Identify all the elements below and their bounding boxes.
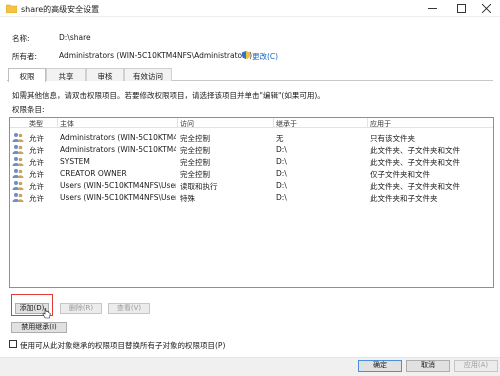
users-icon bbox=[12, 193, 24, 202]
table-row[interactable]: 允许 CREATOR OWNER 完全控制 D:\ 仅子文件夹和文件 bbox=[10, 167, 493, 179]
col-access-header[interactable]: 访问 bbox=[180, 119, 194, 129]
cell-principal: Users (WIN-5C10KTM4NFS\User... bbox=[60, 193, 176, 202]
table-row[interactable]: 允许 Administrators (WIN-5C10KTM4... 完全控制 … bbox=[10, 131, 493, 143]
cell-type: 允许 bbox=[29, 194, 44, 203]
tab-audit[interactable]: 审核 bbox=[86, 68, 124, 81]
tab-share[interactable]: 共享 bbox=[46, 68, 86, 81]
cell-inherited: D:\ bbox=[276, 145, 287, 154]
instruction-text: 如需其他信息，请双击权限项目。若要修改权限项目，请选择该项目并单击"编辑"(如果… bbox=[12, 91, 325, 100]
tab-permissions[interactable]: 权限 bbox=[8, 68, 46, 82]
cell-principal: SYSTEM bbox=[60, 157, 90, 166]
table-row[interactable]: 允许 SYSTEM 完全控制 D:\ 此文件夹、子文件夹和文件 bbox=[10, 155, 493, 167]
change-owner-link[interactable]: 更改(C) bbox=[252, 51, 278, 62]
cell-inherited: D:\ bbox=[276, 193, 287, 202]
cell-principal: CREATOR OWNER bbox=[60, 169, 127, 178]
cell-inherited: D:\ bbox=[276, 169, 287, 178]
minimize-button[interactable] bbox=[419, 0, 446, 17]
shield-icon bbox=[242, 51, 250, 59]
checkbox-label: 使用可从此对象继承的权限项目替换所有子对象的权限项目(P) bbox=[20, 341, 226, 350]
view-button[interactable]: 查看(V) bbox=[108, 303, 150, 314]
replace-child-permissions-checkbox[interactable] bbox=[9, 340, 17, 348]
name-value: D:\share bbox=[59, 33, 91, 42]
window-title: share的高级安全设置 bbox=[21, 5, 100, 14]
cancel-button[interactable]: 取消 bbox=[406, 360, 450, 372]
cell-principal: Administrators (WIN-5C10KTM4... bbox=[60, 133, 176, 142]
title-bar: share的高级安全设置 bbox=[0, 0, 500, 17]
owner-label: 所有者: bbox=[12, 52, 38, 61]
apply-button[interactable]: 应用(A) bbox=[454, 360, 498, 372]
users-icon bbox=[12, 145, 24, 154]
close-button[interactable] bbox=[473, 0, 500, 17]
users-icon bbox=[12, 169, 24, 178]
col-type-header[interactable]: 类型 bbox=[29, 119, 43, 129]
minimize-icon bbox=[428, 8, 437, 9]
table-row[interactable]: 允许 Users (WIN-5C10KTM4NFS\User... 读取和执行 … bbox=[10, 179, 493, 191]
cell-access: 特殊 bbox=[180, 194, 195, 203]
folder-icon bbox=[6, 4, 17, 13]
table-header: 类型 主体 访问 继承于 应用于 bbox=[10, 118, 493, 128]
tab-effective-access[interactable]: 有效访问 bbox=[124, 68, 172, 81]
mouse-cursor-icon bbox=[42, 308, 51, 319]
permission-table[interactable]: 类型 主体 访问 继承于 应用于 允许 Administrators (WIN-… bbox=[9, 117, 494, 288]
ok-button[interactable]: 确定 bbox=[358, 360, 402, 372]
users-icon bbox=[12, 157, 24, 166]
cell-applies: 此文件夹和子文件夹 bbox=[370, 194, 438, 203]
col-applies-header[interactable]: 应用于 bbox=[370, 119, 391, 129]
cell-principal: Users (WIN-5C10KTM4NFS\User... bbox=[60, 181, 176, 190]
cell-principal: Administrators (WIN-5C10KTM4... bbox=[60, 145, 176, 154]
cell-inherited: D:\ bbox=[276, 157, 287, 166]
remove-button[interactable]: 删除(R) bbox=[60, 303, 102, 314]
table-row[interactable]: 允许 Administrators (WIN-5C10KTM4... 完全控制 … bbox=[10, 143, 493, 155]
col-inherited-header[interactable]: 继承于 bbox=[276, 119, 297, 129]
name-label: 名称: bbox=[12, 34, 30, 43]
entries-label: 权限条目: bbox=[12, 105, 45, 114]
maximize-button[interactable] bbox=[448, 0, 475, 17]
table-row[interactable]: 允许 Users (WIN-5C10KTM4NFS\User... 特殊 D:\… bbox=[10, 191, 493, 203]
maximize-icon bbox=[457, 4, 466, 13]
owner-value: Administrators (WIN-5C10KTM4NFS\Administ… bbox=[59, 51, 253, 60]
close-icon bbox=[482, 4, 491, 13]
col-principal-header[interactable]: 主体 bbox=[60, 119, 74, 129]
disable-inheritance-button[interactable]: 禁用继承(I) bbox=[11, 322, 67, 333]
users-icon bbox=[12, 133, 24, 142]
cell-inherited: D:\ bbox=[276, 181, 287, 190]
users-icon bbox=[12, 181, 24, 190]
